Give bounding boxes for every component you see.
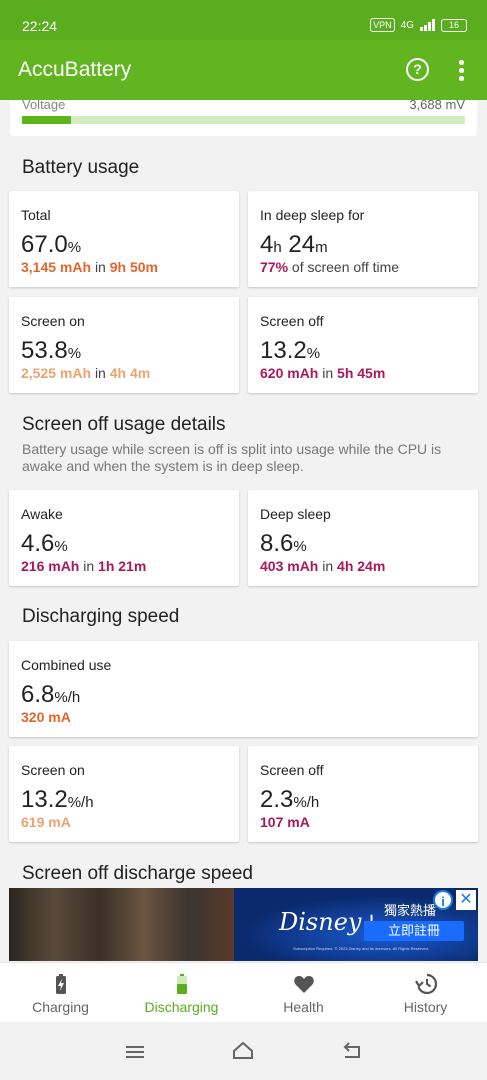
- app-title: AccuBattery: [18, 58, 132, 81]
- screen-off-speed-value: 2.3%/h: [260, 786, 320, 813]
- ad-close-icon[interactable]: ✕: [456, 890, 476, 910]
- nav-charging[interactable]: Charging: [0, 963, 121, 1023]
- ad-promo-text: 獨家熱播: [384, 903, 437, 918]
- ad-image: [9, 888, 234, 961]
- awake-value: 4.6%: [21, 530, 68, 557]
- ad-cta-button[interactable]: 立即註冊: [364, 921, 464, 941]
- total-detail: 3,145 mAh in 9h 50m: [21, 259, 158, 275]
- screen-off-label: Screen off: [260, 313, 324, 329]
- deep-sleep-time-value: 4h 24m: [260, 231, 328, 258]
- deep-sleep-value: 8.6%: [260, 530, 307, 557]
- screen-off-usage-card: Screen off 13.2% 620 mAh in 5h 45m: [248, 297, 478, 393]
- screen-off-details-description: Battery usage while screen is off is spl…: [22, 441, 442, 474]
- screen-off-speed-card: Screen off 2.3%/h 107 mA: [248, 746, 478, 842]
- history-icon: [415, 973, 437, 995]
- screen-off-details-heading: Screen off usage details: [22, 414, 226, 435]
- status-time: 22:24: [22, 18, 58, 34]
- nav-health[interactable]: Health: [243, 963, 364, 1023]
- ad-fine-print: Subscription Required. © 2023 Disney and…: [293, 946, 429, 951]
- screen-on-label: Screen on: [21, 313, 85, 329]
- screen-off-detail: 620 mAh in 5h 45m: [260, 365, 386, 381]
- awake-usage-card: Awake 4.6% 216 mAh in 1h 21m: [9, 490, 239, 586]
- screen-on-speed-current: 619 mA: [21, 814, 71, 830]
- system-navigation-bar: [0, 1022, 487, 1080]
- total-label: Total: [21, 207, 51, 223]
- screen-off-discharge-heading: Screen off discharge speed: [22, 863, 253, 884]
- nav-charging-label: Charging: [32, 999, 89, 1015]
- awake-detail: 216 mAh in 1h 21m: [21, 558, 147, 574]
- total-usage-card: Total 67.0% 3,145 mAh in 9h 50m: [9, 191, 239, 287]
- screen-on-value: 53.8%: [21, 337, 82, 364]
- network-type: 4G: [400, 19, 414, 31]
- nav-discharging-label: Discharging: [144, 999, 219, 1015]
- screen-on-detail: 2,525 mAh in 4h 4m: [21, 365, 151, 381]
- heart-icon: [294, 976, 314, 993]
- screen-on-speed-label: Screen on: [21, 762, 85, 778]
- more-vertical-icon[interactable]: [459, 60, 465, 84]
- status-bar: 22:24 VPN 4G 16: [0, 0, 487, 40]
- combined-use-current: 320 mA: [21, 709, 71, 725]
- battery-charging-icon: [56, 974, 66, 994]
- signal-icon: [420, 19, 435, 31]
- help-icon[interactable]: ?: [406, 58, 429, 81]
- deep-sleep-time-label: In deep sleep for: [260, 207, 365, 223]
- bottom-navigation: Charging Discharging Health History: [0, 962, 487, 1022]
- status-icons: VPN 4G 16: [370, 18, 467, 32]
- combined-use-card: Combined use 6.8%/h 320 mA: [9, 641, 478, 737]
- screen-on-speed-value: 13.2%/h: [21, 786, 94, 813]
- battery-status-icon: 16: [441, 18, 467, 32]
- app-bar: AccuBattery ?: [0, 40, 487, 100]
- ad-banner[interactable]: Disney+ 獨家熱播 立即註冊 Subscription Required.…: [9, 888, 478, 961]
- nav-health-label: Health: [283, 999, 324, 1015]
- screen-off-speed-label: Screen off: [260, 762, 324, 778]
- total-value: 67.0%: [21, 231, 82, 258]
- awake-label: Awake: [21, 506, 63, 522]
- nav-history-label: History: [403, 999, 448, 1015]
- battery-usage-heading: Battery usage: [22, 157, 140, 178]
- nav-discharging[interactable]: Discharging: [121, 963, 242, 1023]
- screen-off-value: 13.2%: [260, 337, 321, 364]
- vpn-badge: VPN: [370, 18, 395, 32]
- screen-on-speed-card: Screen on 13.2%/h 619 mA: [9, 746, 239, 842]
- voltage-bar-fill: [22, 116, 71, 124]
- deep-sleep-usage-card: Deep sleep 8.6% 403 mAh in 4h 24m: [248, 490, 478, 586]
- nav-history[interactable]: History: [365, 963, 486, 1023]
- ad-info-icon[interactable]: i: [433, 890, 453, 910]
- screen-off-speed-current: 107 mA: [260, 814, 310, 830]
- menu-icon[interactable]: [125, 1044, 145, 1060]
- voltage-bar: [22, 116, 465, 124]
- battery-icon: [177, 974, 187, 994]
- deep-sleep-detail: 403 mAh in 4h 24m: [260, 558, 386, 574]
- discharging-speed-heading: Discharging speed: [22, 606, 180, 627]
- combined-use-label: Combined use: [21, 657, 112, 673]
- deep-sleep-label: Deep sleep: [260, 506, 331, 522]
- back-icon[interactable]: [342, 1042, 362, 1060]
- combined-use-value: 6.8%/h: [21, 681, 81, 708]
- deep-sleep-time-detail: 77% of screen off time: [260, 259, 400, 275]
- screen-on-usage-card: Screen on 53.8% 2,525 mAh in 4h 4m: [9, 297, 239, 393]
- home-icon[interactable]: [232, 1041, 254, 1061]
- deep-sleep-time-card: In deep sleep for 4h 24m 77% of screen o…: [248, 191, 478, 287]
